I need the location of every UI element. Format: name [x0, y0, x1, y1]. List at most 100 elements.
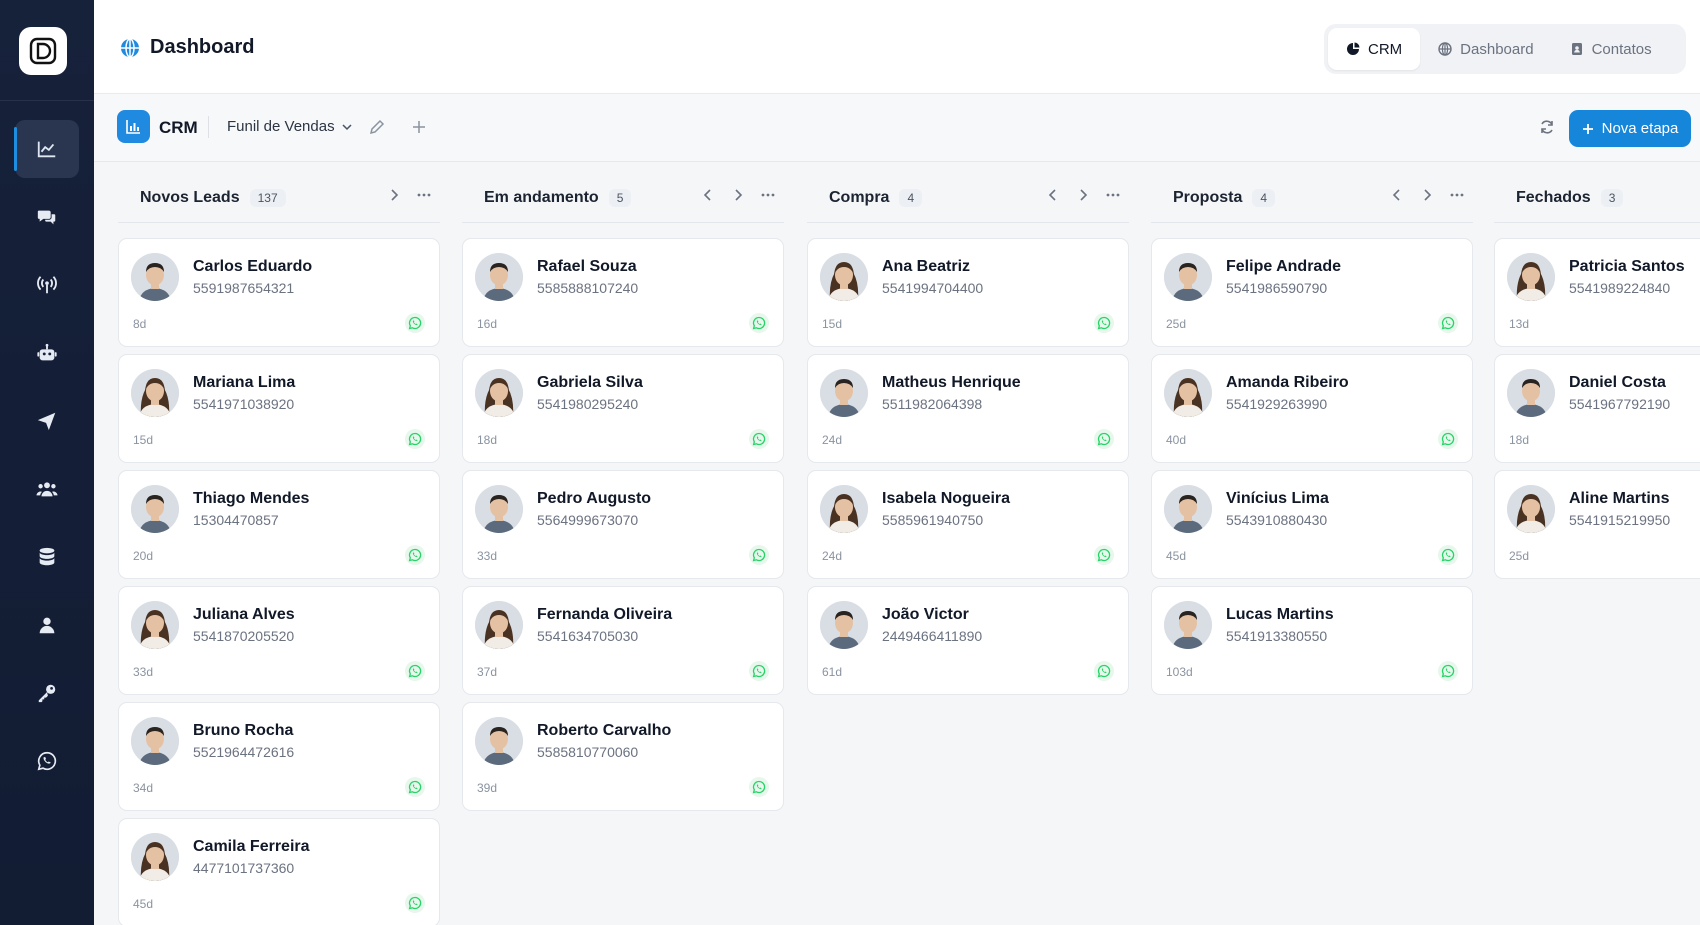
lead-card[interactable]: Bruno Rocha 5521964472616 34d — [118, 702, 440, 811]
whatsapp-button[interactable] — [1438, 429, 1458, 449]
whatsapp-button[interactable] — [1094, 429, 1114, 449]
lead-card[interactable]: João Victor 2449466411890 61d — [807, 586, 1129, 695]
avatar-woman-icon — [475, 601, 523, 649]
whatsapp-button[interactable] — [405, 661, 425, 681]
key-icon — [38, 684, 56, 703]
sidebar-item-keys[interactable] — [0, 659, 94, 727]
lead-age: 24d — [822, 433, 843, 447]
tab-dashboard[interactable]: Dashboard — [1420, 28, 1551, 70]
lead-card[interactable]: Fernanda Oliveira 5541634705030 37d — [462, 586, 784, 695]
sidebar-item-broadcast[interactable] — [0, 251, 94, 319]
lead-name: Rafael Souza — [537, 258, 637, 275]
tab-crm[interactable]: CRM — [1328, 28, 1421, 70]
more-options-icon[interactable] — [1449, 187, 1465, 203]
avatar — [131, 717, 179, 765]
chevron-down-icon — [342, 123, 352, 130]
lead-phone: 5541870205520 — [193, 628, 295, 644]
sidebar-item-campaigns[interactable] — [0, 387, 94, 455]
lead-phone: 5541994704400 — [882, 280, 984, 296]
column-title: Fechados 3 — [1516, 189, 1624, 207]
chevron-left-icon[interactable] — [700, 187, 716, 203]
tab-contatos-label: Contatos — [1591, 40, 1652, 58]
lead-card[interactable]: Carlos Eduardo 5591987654321 8d — [118, 238, 440, 347]
avatar-man-icon — [1507, 369, 1555, 417]
chevron-right-icon[interactable] — [386, 187, 402, 203]
whatsapp-button[interactable] — [1438, 661, 1458, 681]
lead-age: 15d — [822, 317, 843, 331]
sidebar-divider — [0, 100, 94, 101]
whatsapp-button[interactable] — [749, 777, 769, 797]
whatsapp-icon — [37, 751, 57, 771]
lead-card[interactable]: Camila Ferreira 4477101737360 45d — [118, 818, 440, 925]
whatsapp-button[interactable] — [1094, 661, 1114, 681]
lead-card[interactable]: Mariana Lima 5541971038920 15d — [118, 354, 440, 463]
lead-card[interactable]: Patricia Santos 5541989224840 13d — [1494, 238, 1700, 347]
tab-contatos[interactable]: Contatos — [1552, 28, 1670, 70]
whatsapp-button[interactable] — [405, 313, 425, 333]
whatsapp-button[interactable] — [1094, 313, 1114, 333]
sidebar-item-chats[interactable] — [0, 183, 94, 251]
lead-age: 24d — [822, 549, 843, 563]
lead-card[interactable]: Ana Beatriz 5541994704400 15d — [807, 238, 1129, 347]
lead-card[interactable]: Pedro Augusto 5564999673070 33d — [462, 470, 784, 579]
chevron-right-icon[interactable] — [730, 187, 746, 203]
sidebar-item-teams[interactable] — [0, 455, 94, 523]
lead-card[interactable]: Thiago Mendes 15304470857 20d — [118, 470, 440, 579]
lead-card[interactable]: Isabela Nogueira 5585961940750 24d — [807, 470, 1129, 579]
lead-phone: 5585810770060 — [537, 744, 639, 760]
edit-pencil-icon[interactable] — [368, 118, 386, 136]
robot-icon — [37, 343, 57, 361]
whatsapp-button[interactable] — [1438, 313, 1458, 333]
sidebar-item-whatsapp[interactable] — [0, 727, 94, 795]
lead-card[interactable]: Daniel Costa 5541967792190 18d — [1494, 354, 1700, 463]
lead-card[interactable]: Felipe Andrade 5541986590790 25d — [1151, 238, 1473, 347]
whatsapp-button[interactable] — [405, 429, 425, 449]
more-options-icon[interactable] — [760, 187, 776, 203]
lead-card[interactable]: Rafael Souza 5585888107240 16d — [462, 238, 784, 347]
whatsapp-button[interactable] — [749, 545, 769, 565]
lead-card[interactable]: Vinícius Lima 5543910880430 45d — [1151, 470, 1473, 579]
sidebar-item-database[interactable] — [0, 523, 94, 591]
whatsapp-button[interactable] — [405, 893, 425, 913]
lead-card[interactable]: Amanda Ribeiro 5541929263990 40d — [1151, 354, 1473, 463]
more-options-icon[interactable] — [416, 187, 432, 203]
avatar — [820, 601, 868, 649]
avatar-woman-icon — [820, 485, 868, 533]
whatsapp-button[interactable] — [749, 313, 769, 333]
whatsapp-button[interactable] — [1438, 545, 1458, 565]
avatar — [820, 369, 868, 417]
lead-name: Daniel Costa — [1569, 374, 1666, 391]
lead-card[interactable]: Lucas Martins 5541913380550 103d — [1151, 586, 1473, 695]
sidebar-item-charts[interactable] — [0, 115, 94, 183]
lead-card[interactable]: Aline Martins 5541915219950 25d — [1494, 470, 1700, 579]
more-options-icon[interactable] — [1105, 187, 1121, 203]
column-header: Proposta 4 — [1151, 163, 1473, 223]
whatsapp-icon — [752, 432, 766, 446]
lead-phone: 5511982064398 — [882, 396, 983, 412]
whatsapp-button[interactable] — [1094, 545, 1114, 565]
lead-card[interactable]: Gabriela Silva 5541980295240 18d — [462, 354, 784, 463]
add-funnel-icon[interactable] — [410, 118, 428, 136]
sidebar-item-bots[interactable] — [0, 319, 94, 387]
lead-phone: 5541915219950 — [1569, 512, 1671, 528]
whatsapp-button[interactable] — [749, 661, 769, 681]
chevron-left-icon[interactable] — [1389, 187, 1405, 203]
sidebar-item-profile[interactable] — [0, 591, 94, 659]
lead-card[interactable]: Roberto Carvalho 5585810770060 39d — [462, 702, 784, 811]
lead-name: Mariana Lima — [193, 374, 296, 391]
chevron-right-icon[interactable] — [1419, 187, 1435, 203]
chevron-right-icon[interactable] — [1075, 187, 1091, 203]
avatar — [475, 253, 523, 301]
whatsapp-button[interactable] — [749, 429, 769, 449]
refresh-icon[interactable] — [1538, 118, 1556, 136]
avatar-man-icon — [475, 253, 523, 301]
lead-card[interactable]: Juliana Alves 5541870205520 33d — [118, 586, 440, 695]
funnel-select[interactable]: Funil de Vendas — [227, 118, 353, 135]
new-stage-button[interactable]: Nova etapa — [1569, 110, 1691, 147]
chevron-left-icon[interactable] — [1045, 187, 1061, 203]
whatsapp-button[interactable] — [405, 545, 425, 565]
whatsapp-button[interactable] — [405, 777, 425, 797]
lead-card[interactable]: Matheus Henrique 5511982064398 24d — [807, 354, 1129, 463]
app-logo[interactable] — [19, 27, 67, 75]
avatar-man-icon — [475, 485, 523, 533]
